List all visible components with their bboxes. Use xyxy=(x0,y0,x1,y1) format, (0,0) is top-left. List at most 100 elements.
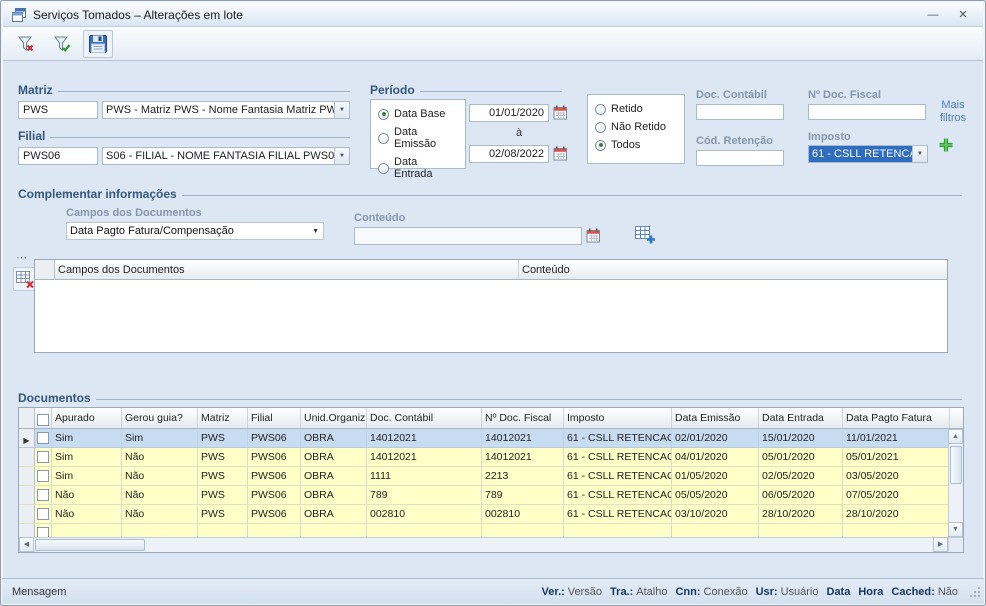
app-icon xyxy=(11,7,27,23)
calendar-icon[interactable] xyxy=(553,146,568,161)
radio-nao-retido[interactable]: Não Retido xyxy=(595,121,677,133)
cell-matriz: PWS xyxy=(198,448,248,466)
chevron-down-icon[interactable]: ▼ xyxy=(334,102,349,118)
cell-num_doc_fiscal: 14012021 xyxy=(482,448,564,466)
status-segment: Hora xyxy=(858,586,883,598)
chevron-down-icon[interactable]: ▼ xyxy=(912,146,927,162)
radio-data-entrada[interactable]: Data Entrada xyxy=(378,156,458,180)
cell-num_doc_fiscal: 002810 xyxy=(482,505,564,523)
cell-apurado: Sim xyxy=(52,448,122,466)
calendar-icon[interactable] xyxy=(553,105,568,120)
conteudo-field[interactable] xyxy=(354,227,582,245)
row-checkbox[interactable] xyxy=(37,508,49,520)
filial-combo[interactable]: S06 - FILIAL - NOME FANTASIA FILIAL PWS0… xyxy=(102,147,350,165)
column-header-imposto[interactable]: Imposto xyxy=(564,408,672,428)
column-header-data_entrada[interactable]: Data Entrada xyxy=(759,408,843,428)
row-checkbox[interactable] xyxy=(37,489,49,501)
cell-unid_organiz: OBRA xyxy=(301,467,367,485)
cell-imposto: 61 - CSLL RETENCAO xyxy=(564,486,672,504)
cell-data_pagto_fatura: 05/01/2021 xyxy=(843,448,948,466)
chevron-down-icon[interactable]: ▼ xyxy=(334,148,349,164)
row-checkbox-cell xyxy=(35,429,52,447)
column-header-matriz[interactable]: Matriz xyxy=(198,408,248,428)
radio-checked-icon xyxy=(378,109,389,120)
apply-filter-button[interactable] xyxy=(47,30,77,58)
column-header-filial[interactable]: Filial xyxy=(248,408,301,428)
complementar-grid[interactable]: Campos dos DocumentosConteúdo xyxy=(34,259,948,353)
resize-grip[interactable] xyxy=(969,586,981,601)
cell-gerou_guia: Não xyxy=(122,448,198,466)
documentos-grid[interactable]: ApuradoGerou guia?MatrizFilialUnid.Organ… xyxy=(18,407,964,553)
select-all-checkbox[interactable] xyxy=(37,414,49,426)
date-from-field[interactable]: 01/01/2020 xyxy=(469,104,549,122)
num-doc-fiscal-field[interactable] xyxy=(808,104,926,120)
column-header-data_emissao[interactable]: Data Emissão xyxy=(672,408,759,428)
campos-documentos-combo[interactable]: Data Pagto Fatura/Compensação ▼ xyxy=(66,222,324,240)
cell-data_emissao: 04/01/2020 xyxy=(672,448,759,466)
radio-todos[interactable]: Todos xyxy=(595,139,677,151)
table-row[interactable]: NãoNãoPWSPWS06OBRA78978961 - CSLL RETENC… xyxy=(19,486,948,505)
row-checkbox[interactable] xyxy=(37,451,49,463)
scroll-right-icon[interactable]: ▶ xyxy=(933,537,948,552)
row-selector-cell xyxy=(19,467,35,485)
row-checkbox[interactable] xyxy=(37,432,49,444)
scroll-up-icon[interactable]: ▲ xyxy=(948,429,963,444)
table-row[interactable]: SimNãoPWSPWS06OBRA1111221361 - CSLL RETE… xyxy=(19,467,948,486)
complementar-header-row: Campos dos DocumentosConteúdo xyxy=(35,260,947,280)
imposto-label: Imposto xyxy=(808,131,851,143)
radio-icon xyxy=(595,104,606,115)
save-button[interactable] xyxy=(83,30,113,58)
filial-code-field[interactable]: PWS06 xyxy=(18,147,98,165)
matriz-combo[interactable]: PWS - Matriz PWS - Nome Fantasia Matriz … xyxy=(102,101,350,119)
column-header-gerou_guia[interactable]: Gerou guia? xyxy=(122,408,198,428)
close-button[interactable]: ✕ xyxy=(951,8,975,21)
table-row[interactable]: SimNãoPWSPWS06OBRA140120211401202161 - C… xyxy=(19,448,948,467)
column-header-apurado[interactable]: Apurado xyxy=(52,408,122,428)
row-checkbox[interactable] xyxy=(37,470,49,482)
column-header-data_pagto_fatura[interactable]: Data Pagto Fatura xyxy=(843,408,950,428)
status-segment: Ver.:Versão xyxy=(542,586,603,598)
app-window: Serviços Tomados – Alterações em lote — … xyxy=(0,0,986,606)
statusbar-right: Ver.:VersãoTra.:AtalhoCnn:ConexãoUsr:Usu… xyxy=(542,586,958,598)
radio-retido[interactable]: Retido xyxy=(595,103,677,115)
doc-contabil-field[interactable] xyxy=(696,104,784,120)
column-header-doc_contabil[interactable]: Doc. Contábil xyxy=(367,408,482,428)
radio-data-emissao[interactable]: Data Emissão xyxy=(378,126,458,150)
cell-data_entrada xyxy=(759,524,843,537)
statusbar: Mensagem Ver.:VersãoTra.:AtalhoCnn:Conex… xyxy=(2,578,984,604)
complementar-column-header[interactable]: Conteúdo xyxy=(519,260,948,279)
scroll-down-icon[interactable]: ▼ xyxy=(948,522,963,537)
add-filter-button[interactable] xyxy=(938,137,954,153)
table-row[interactable]: ▶SimSimPWSPWS06OBRA140120211401202161 - … xyxy=(19,429,948,448)
scroll-left-icon[interactable]: ◀ xyxy=(19,537,34,552)
imposto-combo[interactable]: 61 - CSLL RETENCAO ▼ xyxy=(808,145,928,163)
column-header-num_doc_fiscal[interactable]: Nº Doc. Fiscal xyxy=(482,408,564,428)
vertical-scroll-thumb[interactable] xyxy=(950,446,962,484)
horizontal-scroll-thumb[interactable] xyxy=(35,539,145,551)
cell-data_entrada: 15/01/2020 xyxy=(759,429,843,447)
horizontal-scrollbar[interactable]: ◀▶ xyxy=(19,537,948,552)
add-row-button[interactable] xyxy=(634,223,656,245)
date-to-field[interactable]: 02/08/2022 xyxy=(469,145,549,163)
cell-data_emissao: 05/05/2020 xyxy=(672,486,759,504)
column-header-unid_organiz[interactable]: Unid.Organiz. xyxy=(301,408,367,428)
radio-checked-icon xyxy=(595,140,606,151)
chevron-down-icon[interactable]: ▼ xyxy=(308,223,323,239)
documentos-header-row: ApuradoGerou guia?MatrizFilialUnid.Organ… xyxy=(19,408,963,429)
row-checkbox-cell xyxy=(35,524,52,537)
minimize-button[interactable]: — xyxy=(921,9,945,21)
cod-retencao-field[interactable] xyxy=(696,150,784,166)
row-selector-cell xyxy=(19,486,35,504)
complementar-column-header[interactable]: Campos dos Documentos xyxy=(55,260,519,279)
table-row[interactable] xyxy=(19,524,948,537)
vertical-scrollbar[interactable]: ▲▼ xyxy=(948,429,963,537)
cell-num_doc_fiscal: 14012021 xyxy=(482,429,564,447)
clear-filter-button[interactable] xyxy=(11,30,41,58)
complementar-section-label: Complementar informações xyxy=(18,187,962,201)
calendar-icon[interactable] xyxy=(586,228,601,243)
row-checkbox[interactable] xyxy=(37,527,49,537)
matriz-code-field[interactable]: PWS xyxy=(18,101,98,119)
table-row[interactable]: NãoNãoPWSPWS06OBRA00281000281061 - CSLL … xyxy=(19,505,948,524)
radio-data-base[interactable]: Data Base xyxy=(378,108,458,120)
cell-imposto: 61 - CSLL RETENCAO xyxy=(564,505,672,523)
